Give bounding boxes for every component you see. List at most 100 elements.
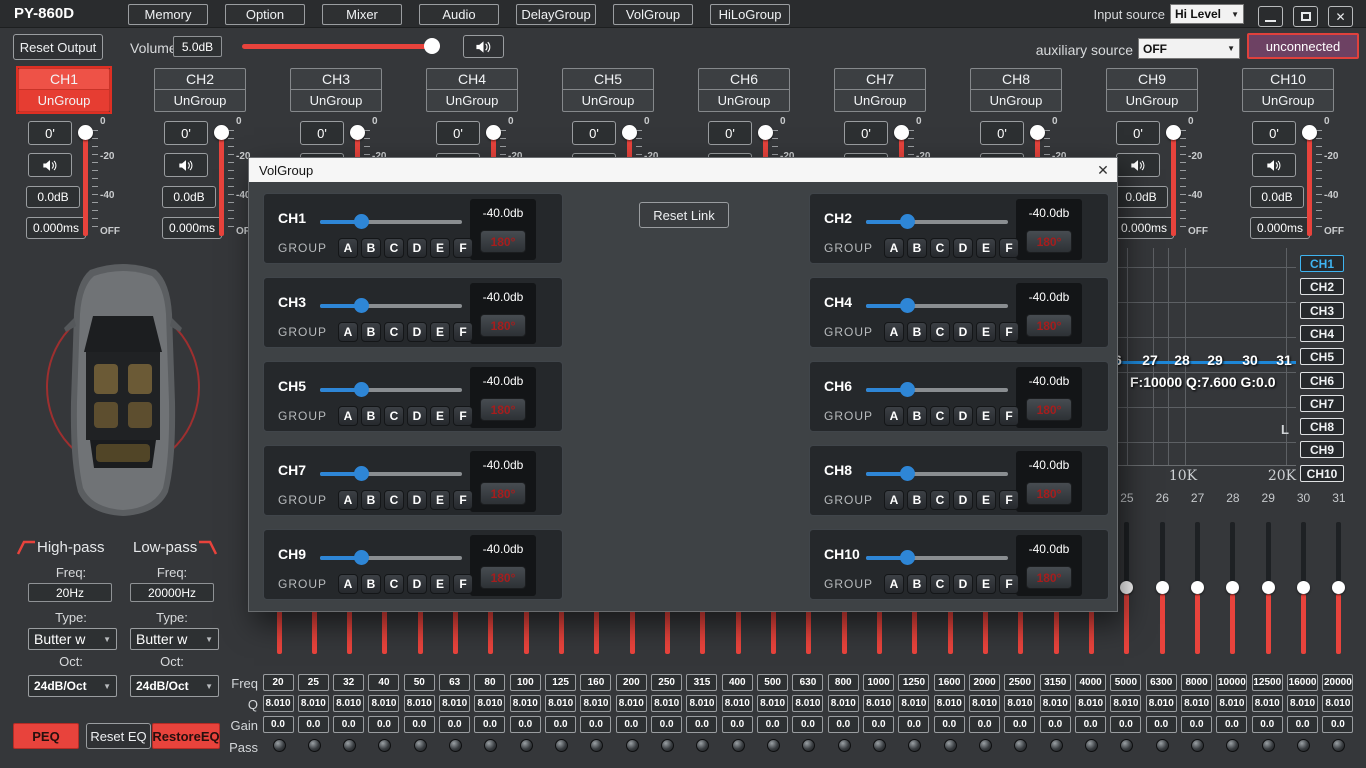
eq-point-label[interactable]: 30 [1240, 352, 1260, 368]
volume-slider-track[interactable] [242, 44, 440, 49]
channel-delay-value[interactable]: 0.000ms [1114, 217, 1174, 239]
pass-radio[interactable] [273, 739, 286, 752]
channel-gain-value[interactable]: 0.0dB [26, 186, 80, 208]
group-button-f[interactable]: F [453, 490, 473, 510]
group-button-d[interactable]: D [407, 322, 427, 342]
delay-degrees-button[interactable]: 0' [844, 121, 888, 145]
q-cell[interactable]: 8.010 [1110, 695, 1141, 712]
band-slider-handle[interactable] [1297, 581, 1310, 594]
group-button-c[interactable]: C [930, 574, 950, 594]
freq-cell[interactable]: 1600 [934, 674, 965, 691]
channel-fader-handle[interactable] [350, 125, 365, 140]
group-button-f[interactable]: F [999, 574, 1019, 594]
pass-radio[interactable] [908, 739, 921, 752]
q-cell[interactable]: 8.010 [1322, 695, 1353, 712]
pass-radio[interactable] [1226, 739, 1239, 752]
group-button-a[interactable]: A [338, 322, 358, 342]
volgroup-slider-handle[interactable] [900, 550, 915, 565]
group-button-a[interactable]: A [338, 238, 358, 258]
q-cell[interactable]: 8.010 [934, 695, 965, 712]
close-button[interactable]: ✕ [1328, 6, 1353, 27]
pass-radio[interactable] [873, 739, 886, 752]
band-slider-track-active[interactable] [1195, 594, 1200, 654]
gain-cell[interactable]: 0.0 [828, 716, 859, 733]
reset-eq-button[interactable]: Reset EQ [86, 723, 151, 749]
group-button-b[interactable]: B [907, 238, 927, 258]
freq-cell[interactable]: 250 [651, 674, 682, 691]
gain-cell[interactable]: 0.0 [1252, 716, 1283, 733]
gain-cell[interactable]: 0.0 [898, 716, 929, 733]
freq-cell[interactable]: 16000 [1287, 674, 1318, 691]
pass-radio[interactable] [414, 739, 427, 752]
channel-fader-handle[interactable] [1302, 125, 1317, 140]
pass-radio[interactable] [520, 739, 533, 752]
volgroup-slider-track[interactable] [320, 472, 462, 476]
pass-radio[interactable] [308, 739, 321, 752]
band-slider-handle[interactable] [1332, 581, 1345, 594]
gain-cell[interactable]: 0.0 [686, 716, 717, 733]
channel-fader-track[interactable] [83, 128, 88, 236]
freq-cell[interactable]: 160 [580, 674, 611, 691]
channel-group-dropdown[interactable]: UnGroup [426, 89, 518, 112]
band-slider-handle[interactable] [1262, 581, 1275, 594]
pass-radio[interactable] [696, 739, 709, 752]
delay-degrees-button[interactable]: 0' [572, 121, 616, 145]
group-button-e[interactable]: E [976, 574, 996, 594]
freq-cell[interactable]: 500 [757, 674, 788, 691]
phase-180-button[interactable]: 180° [1026, 482, 1072, 505]
freq-cell[interactable]: 63 [439, 674, 470, 691]
delay-degrees-button[interactable]: 0' [164, 121, 208, 145]
channel-group-dropdown[interactable]: UnGroup [1106, 89, 1198, 112]
q-cell[interactable]: 8.010 [757, 695, 788, 712]
eq-point-label[interactable]: 26 [1118, 352, 1124, 368]
freq-cell[interactable]: 5000 [1110, 674, 1141, 691]
pass-radio[interactable] [838, 739, 851, 752]
band-slider-handle[interactable] [1120, 581, 1133, 594]
menu-hilogroup[interactable]: HiLoGroup [710, 4, 790, 25]
channel-gain-value[interactable]: 0.0dB [1114, 186, 1168, 208]
q-cell[interactable]: 8.010 [1181, 695, 1212, 712]
group-button-d[interactable]: D [953, 406, 973, 426]
freq-cell[interactable]: 10000 [1216, 674, 1247, 691]
gain-cell[interactable]: 0.0 [722, 716, 753, 733]
group-button-f[interactable]: F [999, 238, 1019, 258]
group-button-c[interactable]: C [384, 490, 404, 510]
q-cell[interactable]: 8.010 [333, 695, 364, 712]
channel-mute-button[interactable] [164, 153, 208, 177]
volgroup-slider-handle[interactable] [900, 382, 915, 397]
volgroup-slider-track[interactable] [866, 556, 1008, 560]
freq-cell[interactable]: 125 [545, 674, 576, 691]
group-button-d[interactable]: D [953, 574, 973, 594]
channel-fader-handle[interactable] [1030, 125, 1045, 140]
channel-header-ch8[interactable]: CH8UnGroup [970, 68, 1062, 112]
group-button-c[interactable]: C [930, 238, 950, 258]
lowpass-freq-value[interactable]: 20000Hz [130, 583, 214, 602]
phase-180-button[interactable]: 180° [480, 482, 526, 505]
channel-fader-handle[interactable] [78, 125, 93, 140]
gain-cell[interactable]: 0.0 [545, 716, 576, 733]
volgroup-slider-track[interactable] [320, 220, 462, 224]
pass-radio[interactable] [979, 739, 992, 752]
q-cell[interactable]: 8.010 [580, 695, 611, 712]
freq-cell[interactable]: 400 [722, 674, 753, 691]
channel-delay-value[interactable]: 0.000ms [1250, 217, 1310, 239]
q-cell[interactable]: 8.010 [686, 695, 717, 712]
channel-delay-value[interactable]: 0.000ms [162, 217, 222, 239]
q-cell[interactable]: 8.010 [828, 695, 859, 712]
gain-cell[interactable]: 0.0 [1322, 716, 1353, 733]
phase-180-button[interactable]: 180° [480, 230, 526, 253]
channel-mute-button[interactable] [28, 153, 72, 177]
delay-degrees-button[interactable]: 0' [436, 121, 480, 145]
phase-180-button[interactable]: 180° [1026, 230, 1072, 253]
pass-radio[interactable] [1297, 739, 1310, 752]
pass-radio[interactable] [1191, 739, 1204, 752]
menu-delaygroup[interactable]: DelayGroup [516, 4, 596, 25]
gain-cell[interactable]: 0.0 [1075, 716, 1106, 733]
group-button-b[interactable]: B [907, 574, 927, 594]
band-slider-track-active[interactable] [1230, 594, 1235, 654]
channel-mute-button[interactable] [1252, 153, 1296, 177]
band-slider-track-active[interactable] [1336, 594, 1341, 654]
q-cell[interactable]: 8.010 [474, 695, 505, 712]
channel-group-dropdown[interactable]: UnGroup [698, 89, 790, 112]
pass-radio[interactable] [661, 739, 674, 752]
